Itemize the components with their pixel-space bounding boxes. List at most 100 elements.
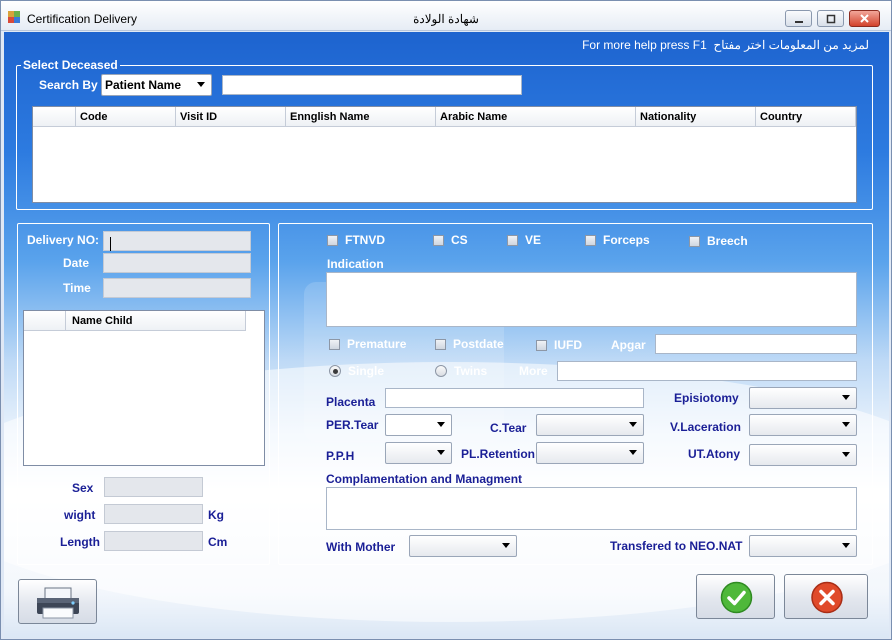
deceased-grid[interactable]: Code Visit ID Ennglish Name Arabic Name … bbox=[32, 106, 857, 203]
checkbox-icon bbox=[329, 338, 340, 350]
search-input[interactable] bbox=[222, 75, 522, 95]
check-icon bbox=[720, 581, 753, 614]
date-label: Date bbox=[63, 256, 90, 270]
delivery-no-label: Delivery NO: bbox=[27, 233, 100, 247]
checkbox-icon bbox=[689, 235, 700, 247]
c-tear-dropdown[interactable] bbox=[536, 414, 644, 436]
column-name-child[interactable]: Name Child bbox=[66, 311, 246, 331]
child-grid[interactable]: Name Child bbox=[23, 310, 265, 466]
radio-icon bbox=[435, 365, 447, 377]
close-icon bbox=[860, 14, 869, 23]
per-tear-label: PER.Tear bbox=[326, 418, 379, 432]
maximize-button[interactable] bbox=[817, 10, 844, 27]
pph-label: P.P.H bbox=[326, 449, 355, 463]
column-country[interactable]: Country bbox=[756, 107, 856, 127]
row-header bbox=[33, 107, 76, 127]
v-laceration-label: V.Laceration bbox=[670, 420, 741, 434]
apgar-field[interactable] bbox=[655, 334, 857, 354]
transfered-dropdown[interactable] bbox=[749, 535, 857, 557]
chevron-down-icon bbox=[437, 422, 445, 427]
apgar-label: Apgar bbox=[611, 338, 646, 352]
radio-selected-icon bbox=[329, 365, 341, 377]
title-bar: Certification Delivery شهادة الولادة bbox=[1, 1, 891, 31]
indication-field[interactable] bbox=[326, 272, 857, 327]
weight-unit: Kg bbox=[208, 508, 224, 522]
close-button[interactable] bbox=[849, 10, 880, 27]
checkbox-ve[interactable]: VE bbox=[507, 233, 541, 247]
column-nationality[interactable]: Nationality bbox=[636, 107, 756, 127]
date-field[interactable] bbox=[103, 253, 251, 273]
cancel-button[interactable] bbox=[784, 574, 868, 619]
episiotomy-label: Episiotomy bbox=[674, 391, 739, 405]
ok-button[interactable] bbox=[696, 574, 775, 619]
column-arabic-name[interactable]: Arabic Name bbox=[436, 107, 636, 127]
checkbox-postdate[interactable]: Postdate bbox=[435, 337, 504, 351]
radio-single[interactable]: Single bbox=[329, 364, 384, 378]
checkbox-icon bbox=[433, 234, 444, 246]
column-visit-id[interactable]: Visit ID bbox=[176, 107, 286, 127]
per-tear-dropdown[interactable] bbox=[385, 414, 452, 436]
row-header bbox=[24, 311, 66, 331]
checkbox-cs[interactable]: CS bbox=[433, 233, 468, 247]
maximize-icon bbox=[826, 14, 835, 23]
chevron-down-icon bbox=[502, 543, 510, 548]
length-label: Length bbox=[60, 535, 100, 549]
time-field[interactable] bbox=[103, 278, 251, 298]
placenta-label: Placenta bbox=[326, 395, 376, 409]
chevron-down-icon bbox=[629, 422, 637, 427]
length-field[interactable] bbox=[104, 531, 203, 551]
search-by-dropdown[interactable]: Patient Name bbox=[101, 74, 212, 96]
chevron-down-icon bbox=[842, 395, 850, 400]
placenta-field[interactable] bbox=[385, 388, 644, 408]
chevron-down-icon bbox=[437, 450, 445, 455]
chevron-down-icon bbox=[842, 452, 850, 457]
radio-twins[interactable]: Twins bbox=[435, 364, 487, 378]
pl-retention-dropdown[interactable] bbox=[536, 442, 644, 464]
printer-icon bbox=[37, 587, 79, 619]
search-by-value: Patient Name bbox=[105, 78, 182, 92]
search-by-label: Search By bbox=[39, 78, 98, 92]
sex-field[interactable] bbox=[104, 477, 203, 497]
more-field[interactable] bbox=[557, 361, 857, 381]
pl-retention-label: PL.Retention bbox=[461, 447, 535, 461]
form-body: For more help press F1 لمزيد من المعلوما… bbox=[4, 32, 889, 638]
complamentation-field[interactable] bbox=[326, 487, 857, 530]
delivery-no-field[interactable] bbox=[103, 231, 251, 251]
ut-atony-dropdown[interactable] bbox=[749, 444, 857, 466]
minimize-icon bbox=[794, 20, 803, 23]
chevron-down-icon bbox=[629, 450, 637, 455]
length-unit: Cm bbox=[208, 535, 228, 549]
transfered-label: Transfered to NEO.NAT bbox=[610, 539, 743, 553]
checkbox-iufd[interactable]: IUFD bbox=[536, 338, 582, 352]
weight-label: wight bbox=[64, 508, 96, 522]
chevron-down-icon bbox=[842, 543, 850, 548]
checkbox-icon bbox=[327, 234, 338, 246]
checkbox-breech[interactable]: Breech bbox=[689, 234, 748, 248]
indication-label: Indication bbox=[327, 257, 384, 271]
print-button[interactable] bbox=[18, 579, 97, 624]
episiotomy-dropdown[interactable] bbox=[749, 387, 857, 409]
text-caret bbox=[110, 237, 111, 251]
x-icon bbox=[811, 581, 843, 614]
with-mother-label: With Mother bbox=[326, 540, 396, 554]
sex-label: Sex bbox=[72, 481, 94, 495]
with-mother-dropdown[interactable] bbox=[409, 535, 517, 557]
checkbox-premature[interactable]: Premature bbox=[329, 337, 406, 351]
chevron-down-icon bbox=[197, 82, 205, 87]
app-window: Certification Delivery شهادة الولادة For… bbox=[0, 0, 892, 640]
child-grid-header: Name Child bbox=[24, 311, 246, 331]
checkbox-icon bbox=[435, 338, 446, 350]
time-label: Time bbox=[63, 281, 91, 295]
column-code[interactable]: Code bbox=[76, 107, 176, 127]
checkbox-ftnvd[interactable]: FTNVD bbox=[327, 233, 385, 247]
column-english-name[interactable]: Ennglish Name bbox=[286, 107, 436, 127]
weight-field[interactable] bbox=[104, 504, 203, 524]
chevron-down-icon bbox=[842, 422, 850, 427]
checkbox-forceps[interactable]: Forceps bbox=[585, 233, 650, 247]
group-title: Select Deceased bbox=[23, 58, 118, 72]
help-text: For more help press F1 لمزيد من المعلوما… bbox=[582, 38, 869, 52]
pph-dropdown[interactable] bbox=[385, 442, 452, 464]
minimize-button[interactable] bbox=[785, 10, 812, 27]
v-laceration-dropdown[interactable] bbox=[749, 414, 857, 436]
ut-atony-label: UT.Atony bbox=[688, 447, 740, 461]
